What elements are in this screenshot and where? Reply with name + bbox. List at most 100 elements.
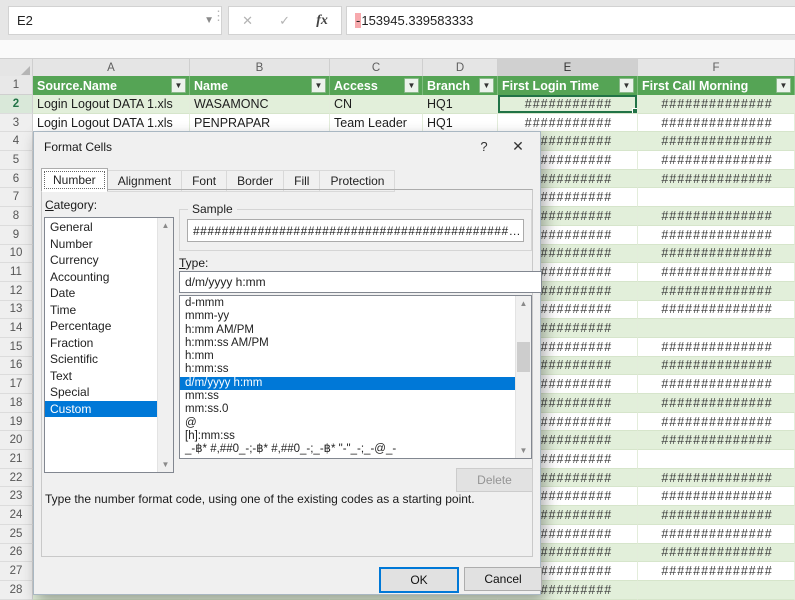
row-number[interactable]: 1	[0, 76, 33, 95]
row-number[interactable]: 28	[0, 581, 33, 600]
filter-button[interactable]: ▼	[619, 78, 634, 93]
column-header-F[interactable]: F	[638, 59, 795, 77]
table-cell[interactable]: ##############	[638, 95, 795, 114]
row-number[interactable]: 10	[0, 245, 33, 264]
type-input[interactable]: d/m/yyyy h:mm	[179, 271, 542, 293]
filter-button[interactable]: ▼	[776, 78, 791, 93]
category-item-fraction[interactable]: Fraction	[45, 335, 158, 352]
filter-button[interactable]: ▼	[311, 78, 326, 93]
type-option[interactable]: h:mm:ss	[180, 363, 515, 376]
type-option[interactable]: d-mmm	[180, 297, 515, 310]
table-cell[interactable]	[638, 319, 795, 338]
row-number[interactable]: 7	[0, 188, 33, 207]
scroll-down-icon[interactable]: ▼	[158, 457, 173, 472]
filter-button[interactable]: ▼	[171, 78, 186, 93]
row-number[interactable]: 11	[0, 263, 33, 282]
insert-function-icon[interactable]: fx	[316, 13, 328, 29]
table-cell[interactable]	[638, 188, 795, 207]
type-option[interactable]: mm:ss	[180, 390, 515, 403]
column-header-E[interactable]: E	[498, 59, 638, 77]
table-cell[interactable]: PENPRAPAR	[190, 114, 330, 133]
formula-bar-input[interactable]: -153945.339583333	[346, 6, 795, 35]
name-box[interactable]: E2 ▼	[8, 6, 222, 35]
table-cell[interactable]: ##############	[638, 469, 795, 488]
scroll-up-icon[interactable]: ▲	[516, 296, 531, 311]
table-cell[interactable]: ##############	[638, 282, 795, 301]
column-header-D[interactable]: D	[423, 59, 498, 77]
table-cell[interactable]: ##############	[638, 151, 795, 170]
table-cell[interactable]: ##############	[638, 487, 795, 506]
filter-button[interactable]: ▼	[479, 78, 494, 93]
table-cell[interactable]: ##############	[638, 301, 795, 320]
row-number[interactable]: 21	[0, 450, 33, 469]
table-cell[interactable]: HQ1	[423, 114, 498, 133]
row-number[interactable]: 2	[0, 95, 33, 114]
row-number[interactable]: 25	[0, 525, 33, 544]
scroll-up-icon[interactable]: ▲	[158, 218, 173, 233]
table-cell[interactable]: ##############	[638, 506, 795, 525]
row-number[interactable]: 8	[0, 207, 33, 226]
type-option[interactable]: h:mm:ss AM/PM	[180, 337, 515, 350]
table-cell[interactable]: ##############	[638, 562, 795, 581]
table-cell[interactable]: CN	[330, 95, 423, 114]
row-number[interactable]: 19	[0, 413, 33, 432]
row-number[interactable]: 22	[0, 469, 33, 488]
type-listbox[interactable]: d-mmmmmm-yyh:mm AM/PMh:mm:ss AM/PMh:mmh:…	[179, 295, 532, 459]
select-all-corner[interactable]	[0, 59, 33, 77]
table-cell[interactable]: ##############	[638, 132, 795, 151]
table-cell[interactable]: HQ1	[423, 95, 498, 114]
table-cell[interactable]	[638, 450, 795, 469]
table-cell[interactable]: ##############	[638, 114, 795, 133]
category-listbox[interactable]: GeneralNumberCurrencyAccountingDateTimeP…	[44, 217, 174, 473]
type-option[interactable]: @	[180, 417, 515, 430]
dialog-titlebar[interactable]: Format Cells ? ✕	[34, 132, 540, 162]
table-cell[interactable]: ##############	[638, 544, 795, 563]
type-option[interactable]: d/m/yyyy h:mm	[180, 377, 515, 390]
category-item-general[interactable]: General	[45, 219, 158, 236]
table-cell[interactable]: WASAMONC	[190, 95, 330, 114]
table-cell[interactable]	[638, 581, 795, 600]
column-header-B[interactable]: B	[190, 59, 330, 77]
category-item-percentage[interactable]: Percentage	[45, 318, 158, 335]
row-number[interactable]: 14	[0, 319, 33, 338]
table-cell[interactable]: ##############	[638, 170, 795, 189]
table-cell[interactable]: ##############	[638, 263, 795, 282]
table-cell[interactable]: Team Leader	[330, 114, 423, 133]
help-icon[interactable]: ?	[474, 139, 494, 154]
type-option[interactable]: mmm-yy	[180, 310, 515, 323]
category-item-scientific[interactable]: Scientific	[45, 351, 158, 368]
filter-button[interactable]: ▼	[404, 78, 419, 93]
category-item-special[interactable]: Special	[45, 384, 158, 401]
table-cell[interactable]: ##############	[638, 394, 795, 413]
tab-number[interactable]: Number	[41, 168, 108, 192]
row-number[interactable]: 20	[0, 431, 33, 450]
close-icon[interactable]: ✕	[506, 138, 530, 155]
type-option[interactable]: mm:ss.0	[180, 403, 515, 416]
cancel-entry-icon[interactable]: ✕	[242, 13, 253, 29]
row-number[interactable]: 15	[0, 338, 33, 357]
table-cell[interactable]: ##############	[638, 207, 795, 226]
row-number[interactable]: 4	[0, 132, 33, 151]
row-number[interactable]: 27	[0, 562, 33, 581]
row-number[interactable]: 24	[0, 506, 33, 525]
category-item-custom[interactable]: Custom	[45, 401, 158, 418]
column-header-A[interactable]: A	[33, 59, 190, 77]
table-cell[interactable]: ##############	[638, 375, 795, 394]
ok-button[interactable]: OK	[379, 567, 459, 593]
row-number[interactable]: 16	[0, 357, 33, 376]
table-cell[interactable]: ##############	[638, 431, 795, 450]
table-cell[interactable]: ##############	[638, 338, 795, 357]
scroll-down-icon[interactable]: ▼	[516, 443, 531, 458]
row-number[interactable]: 13	[0, 301, 33, 320]
table-cell[interactable]: ##############	[638, 226, 795, 245]
table-cell[interactable]: ###########	[498, 114, 638, 133]
row-number[interactable]: 18	[0, 394, 33, 413]
selected-cell-E2[interactable]: ###########	[498, 95, 638, 114]
row-number[interactable]: 9	[0, 226, 33, 245]
table-cell[interactable]: ##############	[638, 357, 795, 376]
category-item-accounting[interactable]: Accounting	[45, 269, 158, 286]
confirm-entry-icon[interactable]: ✓	[279, 13, 290, 29]
table-cell[interactable]: ##############	[638, 525, 795, 544]
table-cell[interactable]: Login Logout DATA 1.xls	[33, 114, 190, 133]
type-option[interactable]: h:mm	[180, 350, 515, 363]
